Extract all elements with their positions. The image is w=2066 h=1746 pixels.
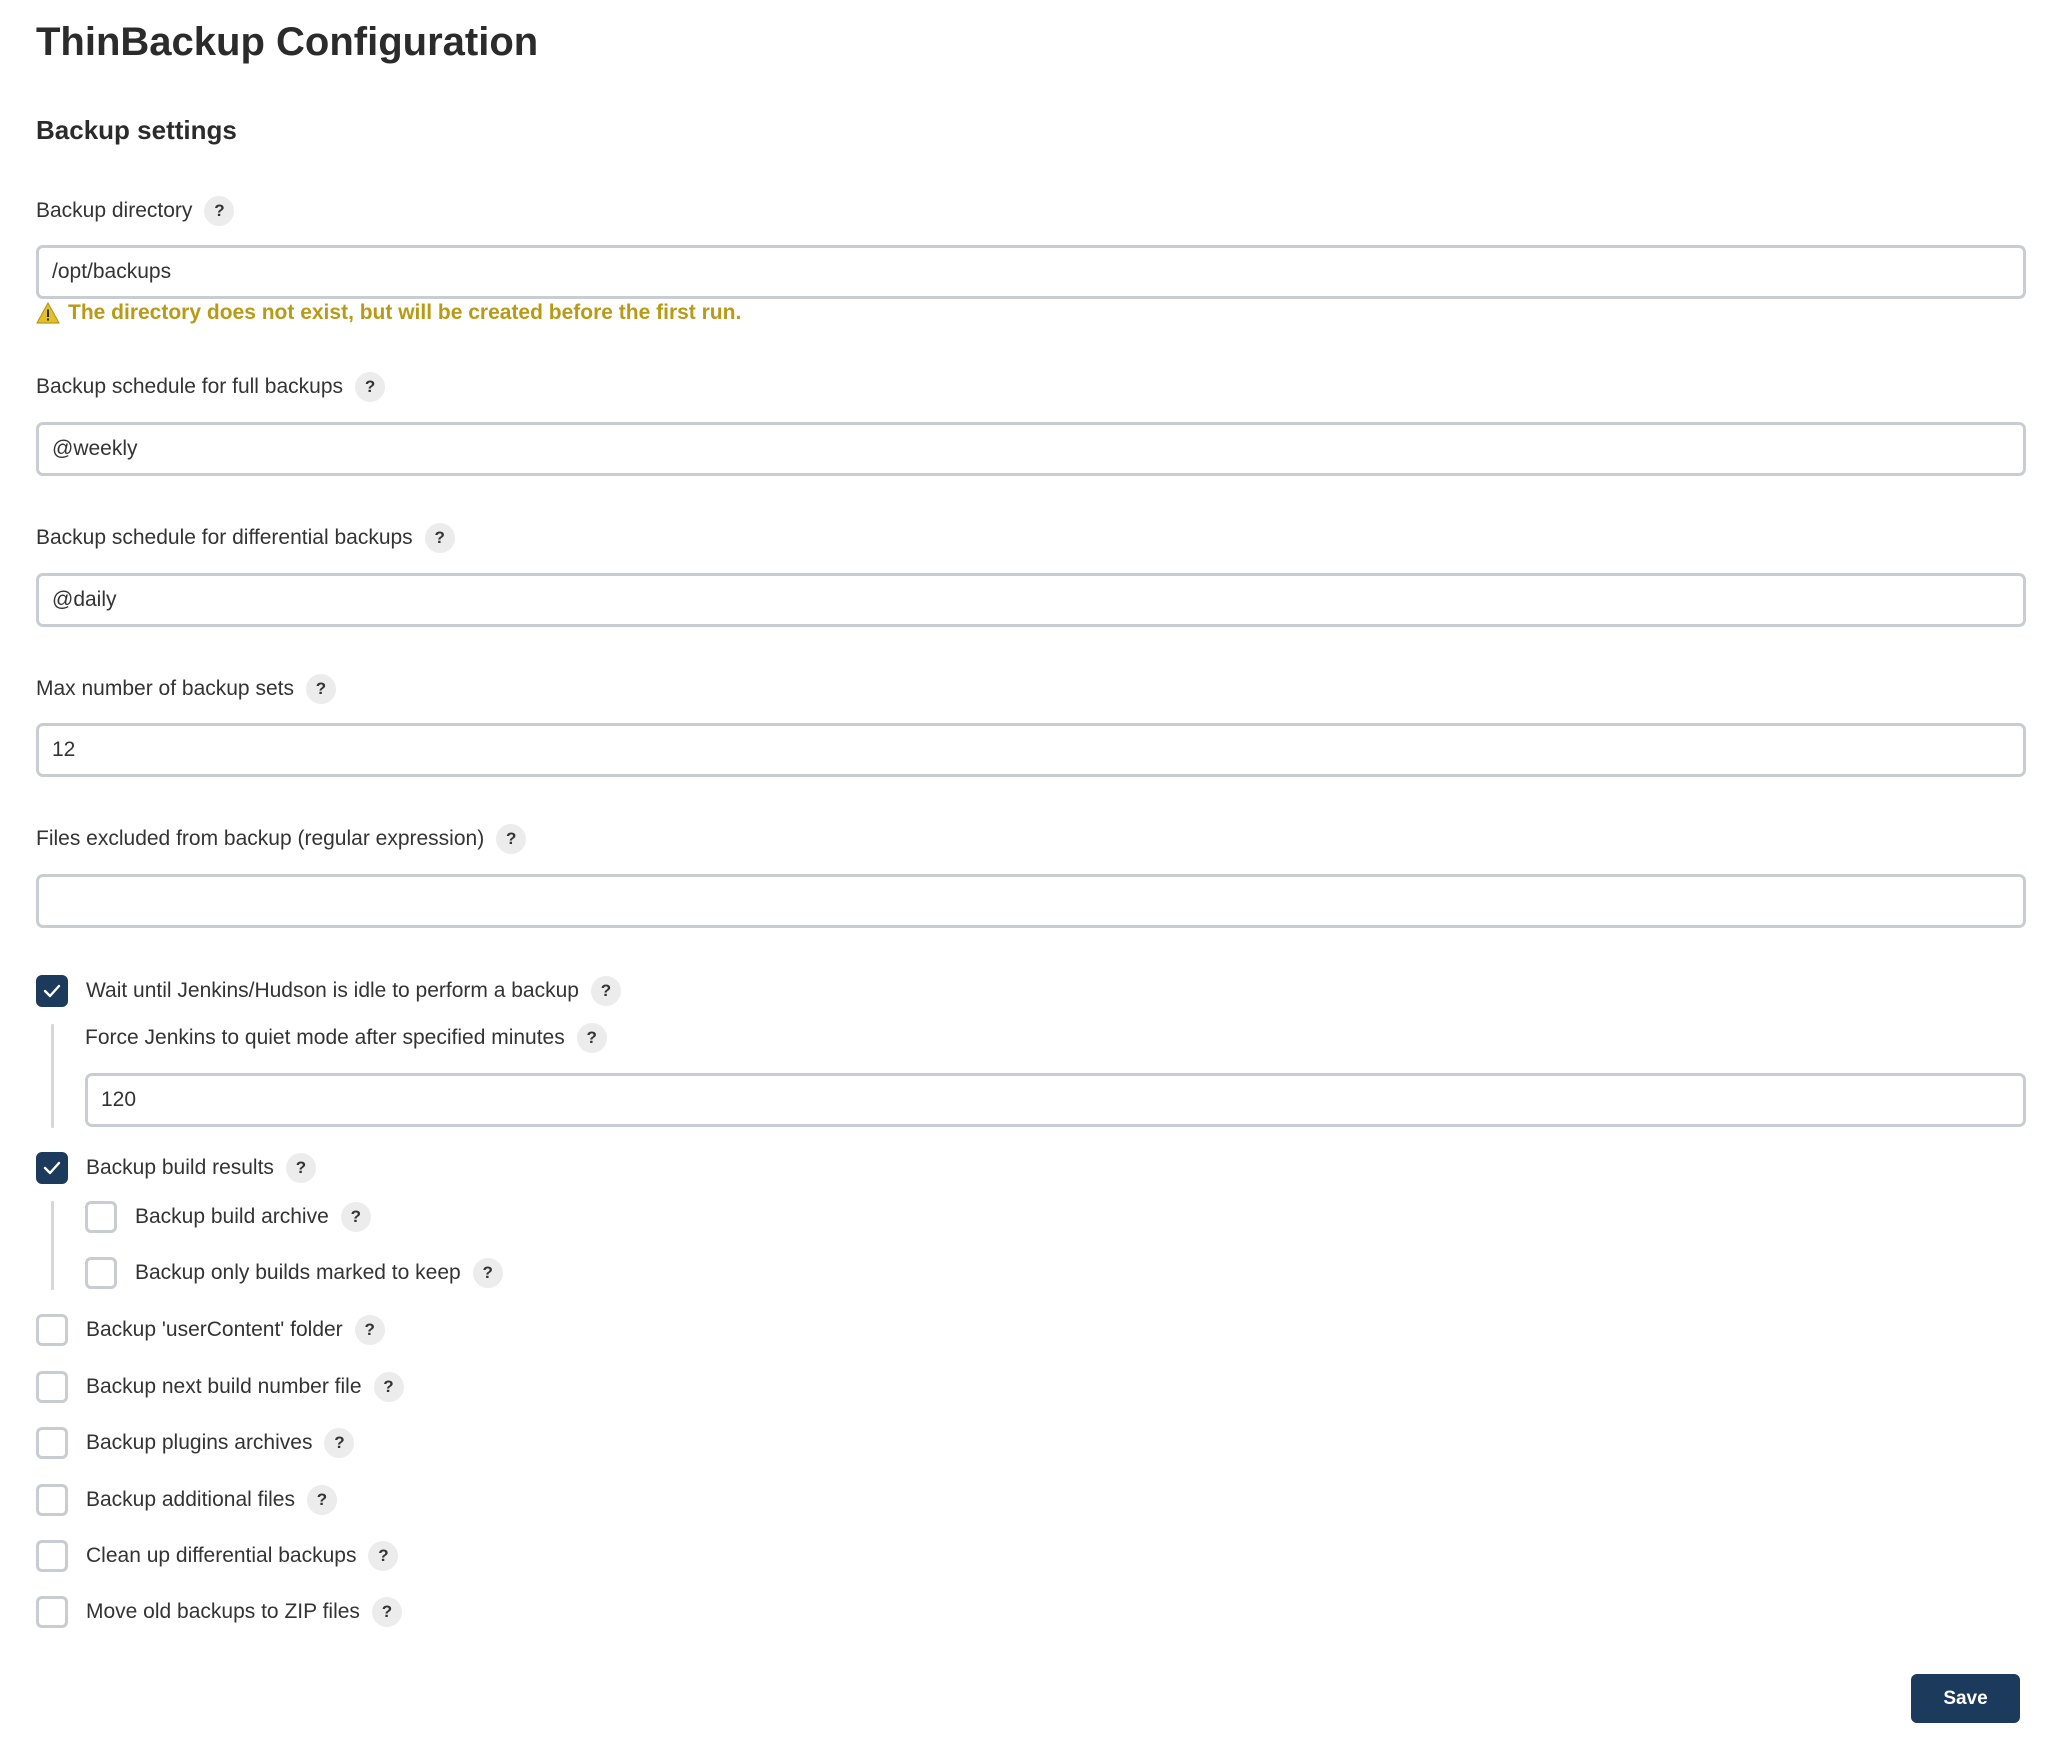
save-button[interactable]: Save xyxy=(1911,1674,2020,1723)
backup-directory-help-icon[interactable]: ? xyxy=(204,196,235,226)
full-schedule-input[interactable] xyxy=(36,422,2026,476)
quiet-mode-label: Force Jenkins to quiet mode after specif… xyxy=(85,1022,607,1054)
excluded-files-label-text: Files excluded from backup (regular expr… xyxy=(36,827,485,850)
next-build-number-help-icon[interactable]: ? xyxy=(373,1372,404,1402)
full-schedule-help-icon[interactable]: ? xyxy=(355,372,386,402)
additional-files-label: Backup additional files xyxy=(86,1488,295,1511)
builds-keep-option[interactable]: Backup only builds marked to keep ? xyxy=(85,1256,503,1290)
build-archive-label: Backup build archive xyxy=(135,1205,329,1228)
page-title: ThinBackup Configuration xyxy=(36,20,539,64)
build-archive-checkbox[interactable] xyxy=(85,1201,117,1233)
next-build-number-option[interactable]: Backup next build number file ? xyxy=(36,1370,404,1404)
backup-directory-warning: The directory does not exist, but will b… xyxy=(36,298,741,328)
plugins-archives-checkbox[interactable] xyxy=(36,1427,68,1459)
builds-keep-checkbox[interactable] xyxy=(85,1257,117,1289)
backup-directory-label: Backup directory ? xyxy=(36,195,235,227)
cleanup-diff-help-icon[interactable]: ? xyxy=(368,1541,399,1571)
nested-divider xyxy=(51,1024,54,1128)
diff-schedule-label-text: Backup schedule for differential backups xyxy=(36,526,413,549)
cleanup-diff-option[interactable]: Clean up differential backups ? xyxy=(36,1539,399,1573)
cleanup-diff-checkbox[interactable] xyxy=(36,1540,68,1572)
full-schedule-label-text: Backup schedule for full backups xyxy=(36,375,344,398)
user-content-checkbox[interactable] xyxy=(36,1314,68,1346)
quiet-mode-input[interactable] xyxy=(85,1073,2026,1127)
zip-old-label: Move old backups to ZIP files xyxy=(86,1600,360,1623)
zip-old-help-icon[interactable]: ? xyxy=(371,1597,402,1627)
builds-keep-label: Backup only builds marked to keep xyxy=(135,1261,461,1284)
wait-idle-option[interactable]: Wait until Jenkins/Hudson is idle to per… xyxy=(36,974,621,1008)
section-title: Backup settings xyxy=(36,115,237,145)
excluded-files-label: Files excluded from backup (regular expr… xyxy=(36,823,527,855)
builds-keep-help-icon[interactable]: ? xyxy=(472,1258,503,1288)
build-results-label: Backup build results xyxy=(86,1156,274,1179)
build-archive-help-icon[interactable]: ? xyxy=(340,1202,371,1232)
checkmark-icon xyxy=(43,1161,61,1175)
diff-schedule-input[interactable] xyxy=(36,573,2026,627)
full-schedule-label: Backup schedule for full backups ? xyxy=(36,371,386,403)
user-content-help-icon[interactable]: ? xyxy=(354,1315,385,1345)
max-sets-label: Max number of backup sets ? xyxy=(36,673,336,705)
wait-idle-checkbox[interactable] xyxy=(36,975,68,1007)
excluded-files-help-icon[interactable]: ? xyxy=(496,824,527,854)
wait-idle-help-icon[interactable]: ? xyxy=(590,976,621,1006)
nested-divider xyxy=(51,1201,54,1290)
plugins-archives-option[interactable]: Backup plugins archives ? xyxy=(36,1426,355,1460)
plugins-archives-label: Backup plugins archives xyxy=(86,1431,313,1454)
wait-idle-label: Wait until Jenkins/Hudson is idle to per… xyxy=(86,979,579,1002)
thinbackup-config-page: ThinBackup Configuration Backup settings… xyxy=(0,0,2066,1746)
additional-files-help-icon[interactable]: ? xyxy=(306,1485,337,1515)
build-results-checkbox[interactable] xyxy=(36,1152,68,1184)
quiet-mode-label-text: Force Jenkins to quiet mode after specif… xyxy=(85,1026,565,1049)
build-results-option[interactable]: Backup build results ? xyxy=(36,1151,316,1185)
cleanup-diff-label: Clean up differential backups xyxy=(86,1544,357,1567)
diff-schedule-help-icon[interactable]: ? xyxy=(424,523,455,553)
quiet-mode-help-icon[interactable]: ? xyxy=(576,1023,607,1053)
diff-schedule-label: Backup schedule for differential backups… xyxy=(36,522,455,554)
max-sets-help-icon[interactable]: ? xyxy=(305,674,336,704)
additional-files-checkbox[interactable] xyxy=(36,1484,68,1516)
excluded-files-input[interactable] xyxy=(36,874,2026,928)
next-build-number-label: Backup next build number file xyxy=(86,1375,362,1398)
zip-old-checkbox[interactable] xyxy=(36,1596,68,1628)
build-results-help-icon[interactable]: ? xyxy=(285,1153,316,1183)
max-sets-input[interactable] xyxy=(36,723,2026,777)
user-content-option[interactable]: Backup 'userContent' folder ? xyxy=(36,1313,385,1347)
backup-directory-label-text: Backup directory xyxy=(36,199,193,222)
user-content-label: Backup 'userContent' folder xyxy=(86,1318,343,1341)
additional-files-option[interactable]: Backup additional files ? xyxy=(36,1483,337,1517)
backup-directory-input[interactable] xyxy=(36,245,2026,299)
max-sets-label-text: Max number of backup sets xyxy=(36,677,294,700)
build-archive-option[interactable]: Backup build archive ? xyxy=(85,1200,371,1234)
warning-text: The directory does not exist, but will b… xyxy=(68,301,742,324)
checkmark-icon xyxy=(43,984,61,998)
warning-icon xyxy=(36,302,60,324)
zip-old-option[interactable]: Move old backups to ZIP files ? xyxy=(36,1595,402,1629)
next-build-number-checkbox[interactable] xyxy=(36,1371,68,1403)
plugins-archives-help-icon[interactable]: ? xyxy=(324,1428,355,1458)
